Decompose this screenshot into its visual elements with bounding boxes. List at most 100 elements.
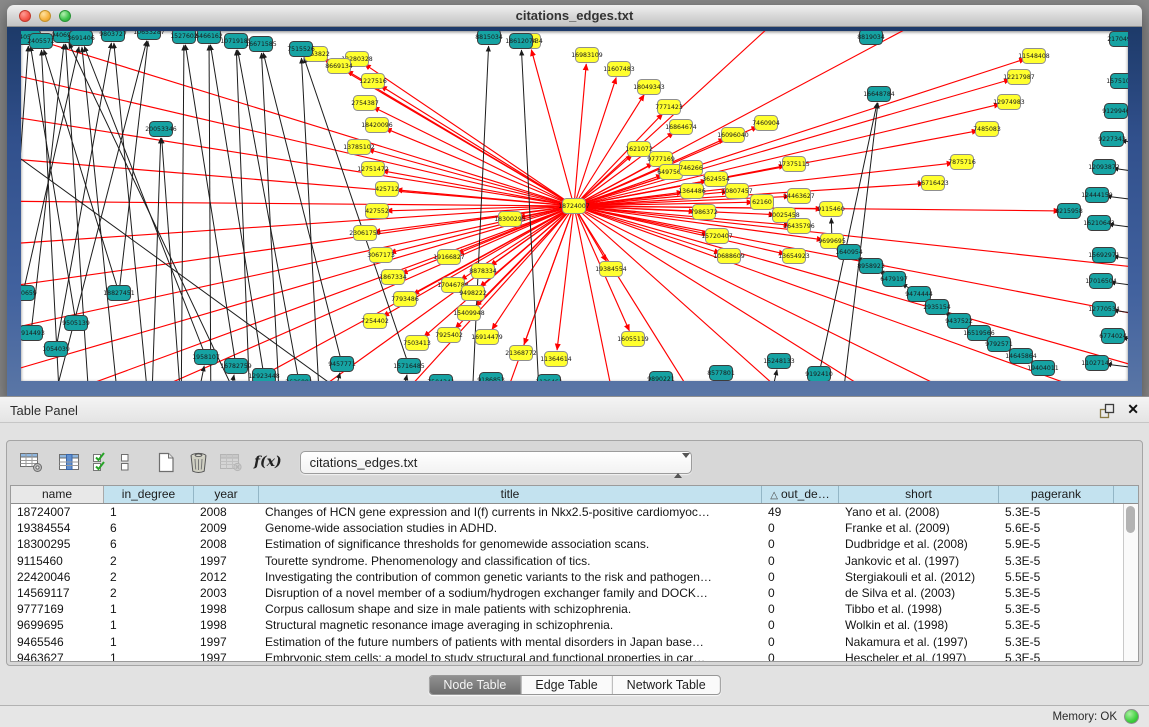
graph-node[interactable]: 2935154 bbox=[923, 300, 951, 315]
graph-node[interactable]: 1364486 bbox=[678, 184, 706, 199]
graph-node[interactable]: 2636001 bbox=[285, 375, 313, 382]
graph-node[interactable]: 7986372 bbox=[690, 205, 718, 220]
graph-node[interactable]: 23061750 bbox=[349, 226, 381, 241]
float-panel-icon[interactable] bbox=[1099, 403, 1115, 419]
graph-node[interactable]: 9792571 bbox=[985, 337, 1013, 352]
graph-node[interactable]: 62160 bbox=[751, 195, 774, 210]
graph-node[interactable]: 1867334 bbox=[379, 270, 407, 285]
graph-node[interactable]: 15751074 bbox=[1106, 74, 1128, 89]
graph-node[interactable]: 2520659 bbox=[21, 286, 37, 301]
graph-node[interactable]: 12923448 bbox=[248, 369, 280, 382]
graph-node[interactable]: 8815034 bbox=[475, 31, 503, 45]
graph-node[interactable]: 11607483 bbox=[603, 62, 635, 77]
table-row[interactable]: 1456911722003Disruption of a novel membe… bbox=[11, 585, 1123, 601]
graph-node[interactable]: 6774024 bbox=[1099, 329, 1127, 344]
graph-node[interactable]: 7485083 bbox=[973, 122, 1001, 137]
network-graph-canvas[interactable]: 1872400712280328122751627543871842009613… bbox=[21, 31, 1128, 381]
select-all-rows-icon[interactable] bbox=[92, 451, 109, 473]
graph-node[interactable]: 18300295 bbox=[494, 212, 526, 227]
column-header-title[interactable]: title bbox=[259, 486, 762, 503]
graph-node[interactable]: 2754387 bbox=[351, 96, 379, 111]
table-row[interactable]: 2242004622012Investigating the contribut… bbox=[11, 569, 1123, 585]
column-header-in_degree[interactable]: in_degree bbox=[104, 486, 194, 503]
graph-node[interactable]: 9498222 bbox=[459, 286, 487, 301]
graph-node[interactable]: 10807457 bbox=[721, 184, 753, 199]
table-row[interactable]: 911546021997Tourette syndrome. Phenomeno… bbox=[11, 553, 1123, 569]
graph-node[interactable]: 8878334 bbox=[469, 264, 497, 279]
graph-node[interactable]: 11548408 bbox=[1018, 49, 1050, 64]
graph-node[interactable]: 9505139 bbox=[62, 316, 90, 331]
graph-node[interactable]: 16782759 bbox=[220, 359, 252, 374]
graph-node[interactable]: 1527602 bbox=[170, 31, 198, 44]
graph-node[interactable]: 746266 bbox=[679, 161, 703, 176]
graph-node[interactable]: 16716423 bbox=[917, 176, 949, 191]
graph-node[interactable]: 6479197 bbox=[880, 272, 908, 287]
graph-node[interactable]: 1640954 bbox=[835, 245, 863, 260]
delete-table-icon[interactable] bbox=[188, 451, 209, 474]
graph-node[interactable]: 1227516 bbox=[359, 74, 387, 89]
tab-node-table[interactable]: Node Table bbox=[429, 676, 520, 694]
table-row[interactable]: 969969511998Structural magnetic resonanc… bbox=[11, 617, 1123, 633]
graph-node[interactable]: 15692971 bbox=[1088, 248, 1120, 263]
graph-node[interactable]: 8914493 bbox=[21, 326, 45, 341]
graph-node[interactable]: 17016504 bbox=[1085, 274, 1117, 289]
graph-node[interactable]: 7771423 bbox=[655, 100, 683, 115]
graph-node[interactable]: 10653287 bbox=[133, 31, 165, 40]
column-header-year[interactable]: year bbox=[194, 486, 259, 503]
graph-node[interactable]: 12974983 bbox=[993, 95, 1025, 110]
column-header-out_de[interactable]: △out_de… bbox=[762, 486, 839, 503]
graph-node[interactable]: 8215958 bbox=[1055, 204, 1083, 219]
graph-node[interactable]: 7503413 bbox=[403, 336, 431, 351]
graph-node[interactable]: 15409948 bbox=[453, 306, 485, 321]
graph-node[interactable]: 6466162 bbox=[195, 31, 223, 44]
table-row[interactable]: 1872400712008Changes of HCN gene express… bbox=[11, 504, 1123, 520]
graph-node[interactable]: 12770534 bbox=[1088, 302, 1120, 317]
graph-node[interactable]: 11027143 bbox=[1081, 356, 1113, 371]
column-header-name[interactable]: name bbox=[11, 486, 104, 503]
column-header-short[interactable]: short bbox=[839, 486, 999, 503]
graph-node[interactable]: 7504341 bbox=[427, 375, 455, 382]
graph-node[interactable]: 9457771 bbox=[328, 357, 356, 372]
graph-node[interactable]: 3691406 bbox=[67, 31, 95, 46]
graph-node[interactable]: 9192410 bbox=[805, 367, 833, 382]
function-builder-icon[interactable]: f(x) bbox=[254, 454, 282, 470]
graph-node[interactable]: 15716485 bbox=[393, 359, 425, 374]
graph-node[interactable]: 16864674 bbox=[665, 120, 697, 135]
graph-node[interactable]: 15720407 bbox=[701, 229, 733, 244]
graph-node[interactable]: 21368772 bbox=[505, 346, 537, 361]
graph-node[interactable]: 13785102 bbox=[343, 140, 375, 155]
graph-node[interactable]: 9129946 bbox=[1102, 104, 1128, 119]
graph-node[interactable]: 16055119 bbox=[617, 332, 649, 347]
graph-node[interactable]: 18827451 bbox=[103, 286, 135, 301]
close-panel-icon[interactable]: ✕ bbox=[1127, 401, 1139, 418]
vertical-scrollbar[interactable] bbox=[1123, 504, 1138, 661]
graph-node[interactable]: 7875716 bbox=[948, 155, 976, 170]
tab-edge-table[interactable]: Edge Table bbox=[520, 676, 611, 694]
graph-node[interactable]: 12093872 bbox=[1088, 160, 1120, 175]
graph-node[interactable]: 9227343 bbox=[1098, 132, 1126, 147]
graph-node[interactable]: 425712 bbox=[375, 182, 399, 197]
graph-node[interactable]: 1958107 bbox=[192, 350, 220, 365]
graph-node[interactable]: 16096040 bbox=[717, 128, 749, 143]
graph-node[interactable]: 16435796 bbox=[783, 219, 815, 234]
table-settings-icon[interactable] bbox=[19, 451, 44, 473]
graph-node[interactable]: 18049343 bbox=[633, 80, 665, 95]
table-row[interactable]: 1830029562008Estimation of significance … bbox=[11, 536, 1123, 552]
graph-node[interactable]: 8669134 bbox=[325, 59, 353, 74]
graph-node[interactable]: 3067173 bbox=[367, 248, 395, 263]
graph-node[interactable]: 20053346 bbox=[145, 122, 177, 137]
graph-node[interactable]: 7793486 bbox=[391, 292, 419, 307]
table-row[interactable]: 946362711997Embryonic stem cells: a mode… bbox=[11, 650, 1123, 661]
graph-node[interactable]: 14463627 bbox=[783, 189, 815, 204]
tab-network-table[interactable]: Network Table bbox=[612, 676, 720, 694]
memory-ok-indicator[interactable] bbox=[1124, 709, 1139, 724]
graph-node[interactable]: 8577801 bbox=[707, 366, 735, 381]
graph-node[interactable]: 427552 bbox=[365, 204, 389, 219]
graph-node[interactable]: 12217987 bbox=[1003, 70, 1035, 85]
graph-node[interactable]: 10688609 bbox=[713, 249, 745, 264]
column-header-pagerank[interactable]: pagerank bbox=[999, 486, 1114, 503]
graph-node[interactable]: 19166827 bbox=[433, 250, 465, 265]
graph-node[interactable]: 9115460 bbox=[817, 202, 845, 217]
graph-node[interactable]: 18724007 bbox=[558, 199, 590, 214]
graph-node[interactable]: 9186853 bbox=[477, 373, 505, 382]
